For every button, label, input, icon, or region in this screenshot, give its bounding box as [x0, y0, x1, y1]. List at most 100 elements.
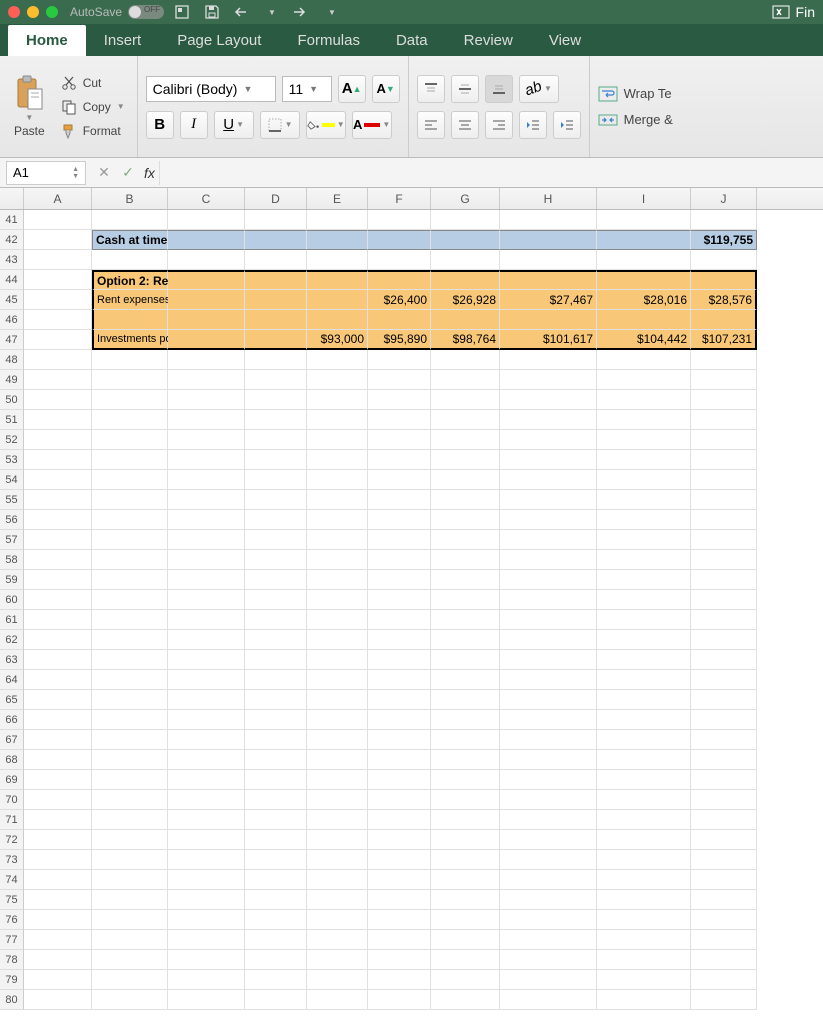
cell[interactable] [245, 370, 307, 390]
cell[interactable] [368, 750, 431, 770]
cell[interactable] [597, 890, 691, 910]
cell[interactable] [691, 470, 757, 490]
align-bottom-button[interactable] [485, 75, 513, 103]
cell[interactable] [168, 830, 245, 850]
cell[interactable] [691, 270, 757, 290]
cell[interactable] [24, 510, 92, 530]
align-right-button[interactable] [485, 111, 513, 139]
cell[interactable] [431, 310, 500, 330]
cell[interactable] [431, 970, 500, 990]
cell[interactable] [500, 230, 597, 250]
cell[interactable] [245, 470, 307, 490]
cell[interactable] [24, 570, 92, 590]
cell[interactable]: $93,000 [307, 330, 368, 350]
cell[interactable] [168, 770, 245, 790]
cell[interactable] [597, 270, 691, 290]
undo-icon[interactable] [234, 4, 254, 20]
cell[interactable] [24, 710, 92, 730]
cell[interactable] [431, 450, 500, 470]
cell[interactable] [500, 910, 597, 930]
cell[interactable] [431, 430, 500, 450]
cell[interactable] [597, 610, 691, 630]
cell[interactable] [307, 410, 368, 430]
cell[interactable] [245, 670, 307, 690]
cell[interactable] [500, 550, 597, 570]
cell[interactable] [500, 610, 597, 630]
cell[interactable] [368, 810, 431, 830]
cell[interactable] [691, 830, 757, 850]
cell[interactable] [168, 390, 245, 410]
cell[interactable] [597, 750, 691, 770]
cell[interactable] [368, 970, 431, 990]
col-header[interactable]: J [691, 188, 757, 209]
cell[interactable] [245, 770, 307, 790]
cell[interactable] [431, 390, 500, 410]
cell[interactable] [245, 610, 307, 630]
cell[interactable] [368, 550, 431, 570]
cell[interactable] [307, 510, 368, 530]
cell[interactable] [245, 630, 307, 650]
row-header[interactable]: 49 [0, 370, 24, 390]
cell[interactable] [691, 770, 757, 790]
cell[interactable] [691, 570, 757, 590]
cell[interactable] [168, 630, 245, 650]
cell[interactable] [307, 630, 368, 650]
row-header[interactable]: 64 [0, 670, 24, 690]
cell[interactable] [368, 570, 431, 590]
cell[interactable] [431, 350, 500, 370]
cell[interactable] [245, 490, 307, 510]
cell[interactable] [431, 470, 500, 490]
cell[interactable] [245, 870, 307, 890]
cell[interactable]: $119,755 [691, 230, 757, 250]
cell[interactable] [245, 910, 307, 930]
cell[interactable] [368, 590, 431, 610]
cell[interactable] [24, 850, 92, 870]
cell[interactable] [500, 510, 597, 530]
cell[interactable] [92, 630, 168, 650]
cell[interactable] [368, 630, 431, 650]
cell[interactable] [168, 990, 245, 1010]
cell[interactable] [92, 890, 168, 910]
zoom-window-button[interactable] [46, 6, 58, 18]
cell[interactable] [307, 650, 368, 670]
cell[interactable] [24, 250, 92, 270]
font-name-select[interactable]: Calibri (Body)▼ [146, 76, 276, 102]
cell[interactable] [431, 230, 500, 250]
cell[interactable] [431, 710, 500, 730]
cell[interactable] [597, 310, 691, 330]
cell[interactable] [168, 430, 245, 450]
cell[interactable] [92, 830, 168, 850]
increase-font-button[interactable]: A▲ [338, 75, 366, 103]
cell[interactable] [431, 790, 500, 810]
cell[interactable]: Investments portfolio [92, 330, 168, 350]
cell[interactable]: $26,928 [431, 290, 500, 310]
cell[interactable] [691, 210, 757, 230]
cell[interactable] [691, 630, 757, 650]
row-header[interactable]: 52 [0, 430, 24, 450]
align-middle-button[interactable] [451, 75, 479, 103]
cell[interactable] [431, 810, 500, 830]
cell[interactable] [92, 590, 168, 610]
cell[interactable] [500, 670, 597, 690]
cell[interactable] [597, 470, 691, 490]
cell[interactable] [500, 490, 597, 510]
cell[interactable] [92, 690, 168, 710]
cell[interactable] [24, 310, 92, 330]
cell[interactable] [597, 770, 691, 790]
row-header[interactable]: 74 [0, 870, 24, 890]
cell[interactable] [368, 890, 431, 910]
row-header[interactable]: 59 [0, 570, 24, 590]
cell[interactable] [500, 950, 597, 970]
cell[interactable] [368, 930, 431, 950]
cell[interactable] [307, 970, 368, 990]
cell[interactable] [168, 470, 245, 490]
cell[interactable] [92, 570, 168, 590]
col-header[interactable]: I [597, 188, 691, 209]
cell[interactable] [24, 930, 92, 950]
cell[interactable] [307, 370, 368, 390]
cell[interactable] [245, 290, 307, 310]
row-header[interactable]: 72 [0, 830, 24, 850]
cell[interactable] [245, 530, 307, 550]
cell[interactable] [24, 810, 92, 830]
tab-home[interactable]: Home [8, 25, 86, 56]
